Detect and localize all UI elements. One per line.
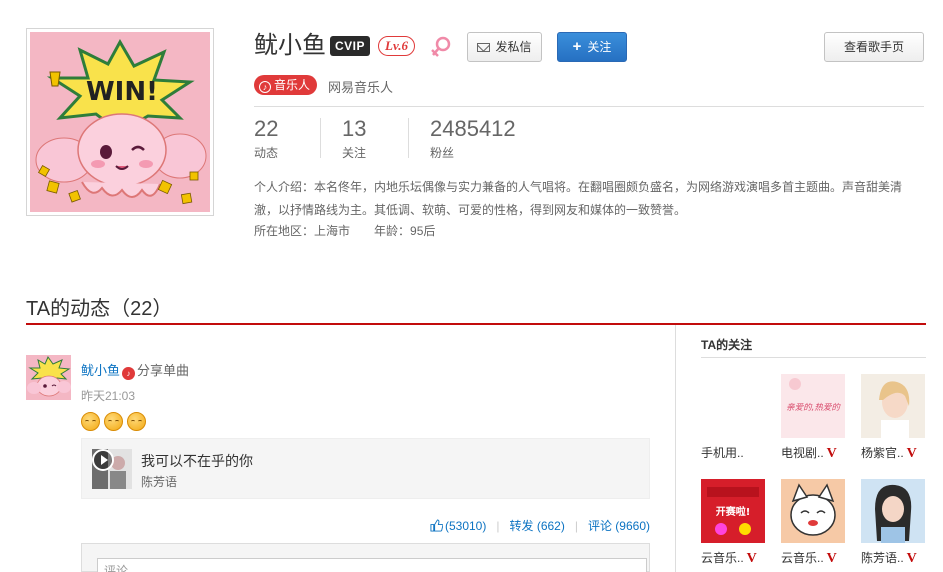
profile-age: 年龄：95后 — [374, 224, 436, 238]
post-avatar[interactable] — [26, 355, 71, 400]
following-avatar[interactable] — [861, 479, 925, 543]
following-avatar[interactable]: 亲爱的,热爱的 — [781, 374, 845, 438]
contest-poster-text: 开赛啦! — [716, 505, 751, 518]
sidebar-divider — [701, 357, 926, 358]
profile-intro: 个人介绍：本名佟年，内地乐坛偶像与实力兼备的人气唱将。在翻唱圈颇负盛名，为网络游… — [254, 180, 903, 217]
post-action: 分享单曲 — [137, 363, 190, 378]
follow-button[interactable]: + 关注 — [557, 32, 627, 62]
following-item[interactable]: 开赛啦! 云音乐.. V — [701, 479, 765, 566]
following-item[interactable]: 手机用.. — [701, 374, 765, 460]
view-artist-page-button[interactable]: 查看歌手页 — [824, 32, 924, 62]
stat-events-label: 动态 — [254, 146, 279, 160]
stat-fans-label: 粉丝 — [430, 146, 455, 160]
sad-emoji-icon — [81, 412, 100, 431]
header-divider — [254, 106, 924, 107]
following-sidebar-title: TA的关注 — [701, 338, 753, 352]
following-name[interactable]: 电视剧.. V — [781, 446, 845, 461]
following-name[interactable]: 陈芳语.. V — [861, 551, 925, 566]
musician-note-icon: ♪ — [122, 367, 136, 380]
comment-input[interactable]: 评论 — [97, 558, 647, 572]
follow-label: 关注 — [587, 40, 612, 54]
verified-icon: V — [826, 446, 837, 461]
stat-events-value: 22 — [254, 116, 279, 141]
post-time[interactable]: 昨天21:03 — [81, 387, 135, 404]
level-badge[interactable]: Lv.6 — [378, 36, 415, 56]
following-item[interactable]: 亲爱的,热爱的 电视剧.. V — [781, 374, 845, 461]
post-actions: (53010) | 转发 (662) | 评论 (9660) — [430, 517, 650, 534]
stat-following-value: 13 — [342, 116, 367, 141]
post-emojis — [81, 412, 150, 434]
following-name[interactable]: 杨紫官.. V — [861, 446, 925, 461]
profile-location: 所在地区：上海市 — [254, 224, 351, 238]
like-count: (53010) — [444, 519, 487, 533]
verified-icon: V — [746, 551, 757, 566]
stat-following-label: 关注 — [342, 146, 367, 160]
song-artist[interactable]: 陈芳语 — [141, 473, 177, 490]
musician-tag-label: 音乐人 — [274, 78, 311, 92]
verified-icon: V — [826, 551, 837, 566]
profile-name: 鱿小鱼 — [254, 32, 326, 59]
following-name[interactable]: 手机用.. — [701, 446, 765, 460]
feed-title-underline — [26, 323, 926, 325]
mail-icon — [477, 43, 491, 52]
verified-icon: V — [906, 446, 917, 461]
play-icon[interactable] — [92, 449, 114, 471]
profile-avatar: WIN! — [26, 28, 214, 216]
stat-events[interactable]: 22 动态 — [254, 116, 278, 161]
send-message-button[interactable]: 发私信 — [467, 32, 542, 62]
following-avatar[interactable]: 开赛啦! — [701, 479, 765, 543]
plus-icon: + — [572, 38, 582, 55]
stat-separator — [320, 118, 321, 158]
stat-following[interactable]: 13 关注 — [342, 116, 366, 161]
music-note-icon: ♪ — [259, 81, 271, 93]
thumbs-up-icon — [430, 519, 443, 532]
sad-emoji-icon — [127, 412, 146, 431]
stat-fans-value: 2485412 — [430, 116, 516, 141]
like-button[interactable]: (53010) — [430, 519, 486, 533]
following-name[interactable]: 云音乐.. V — [701, 551, 765, 566]
vip-badge[interactable]: CVIP — [330, 36, 371, 56]
song-title[interactable]: 我可以不在乎的你 — [141, 451, 253, 471]
stat-separator — [408, 118, 409, 158]
sad-emoji-icon — [104, 412, 123, 431]
shared-song-card[interactable]: 我可以不在乎的你 陈芳语 — [81, 438, 650, 499]
following-avatar[interactable] — [701, 374, 765, 438]
send-message-label: 发私信 — [495, 40, 532, 54]
following-item[interactable]: 陈芳语.. V — [861, 479, 925, 566]
profile-location-row: 所在地区：上海市 年龄：95后 — [254, 222, 435, 240]
following-avatar[interactable] — [861, 374, 925, 438]
musician-description: 网易音乐人 — [328, 80, 394, 95]
post-header: 鱿小鱼 ♪ 分享单曲 — [81, 360, 189, 380]
feed-title: TA的动态（22） — [26, 298, 173, 320]
forward-button[interactable]: 转发 (662) — [509, 519, 564, 533]
following-name[interactable]: 云音乐.. V — [781, 551, 845, 566]
following-item[interactable]: 云音乐.. V — [781, 479, 845, 566]
musician-tag[interactable]: ♪ 音乐人 — [254, 75, 318, 95]
post-username[interactable]: 鱿小鱼 — [81, 363, 120, 378]
following-item[interactable]: 杨紫官.. V — [861, 374, 925, 461]
female-gender-icon — [431, 36, 451, 57]
stat-fans[interactable]: 2485412 粉丝 — [430, 116, 516, 161]
drama-poster-text: 亲爱的,热爱的 — [786, 402, 841, 413]
verified-icon: V — [906, 551, 917, 566]
following-avatar[interactable] — [781, 479, 845, 543]
column-divider — [675, 325, 676, 572]
avatar-win-text: WIN! — [86, 77, 158, 107]
comment-button[interactable]: 评论 (9660) — [588, 519, 650, 533]
